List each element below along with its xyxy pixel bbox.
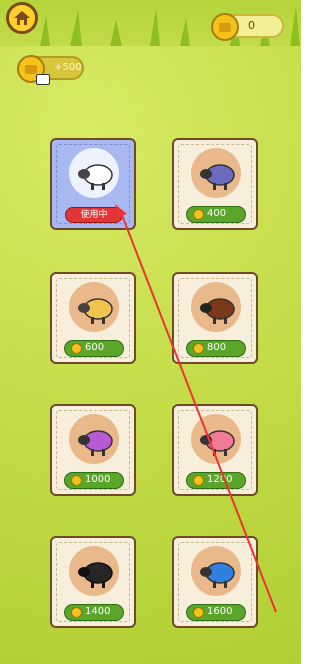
- guide-arrow-icon: [115, 204, 277, 613]
- game-screen: 0 +500 使用中 400 600 800 1000 1200 1400 16…: [0, 0, 301, 664]
